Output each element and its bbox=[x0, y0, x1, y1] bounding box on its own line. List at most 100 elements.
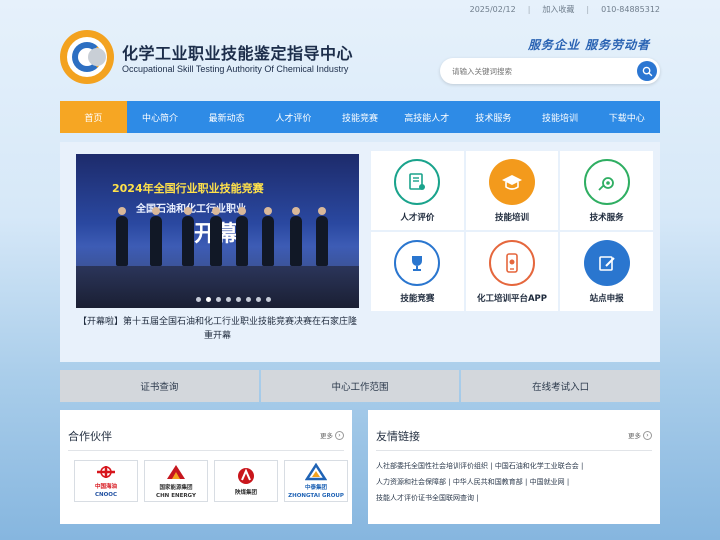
friendly-link[interactable]: 中华人民共和国教育部 bbox=[453, 478, 523, 486]
nav-item-home[interactable]: 首页 bbox=[60, 101, 127, 133]
quick-label: 人才评价 bbox=[400, 212, 435, 223]
graduation-cap-icon bbox=[488, 158, 535, 205]
stage-person bbox=[236, 207, 248, 266]
site-logo[interactable] bbox=[60, 30, 114, 84]
chn-energy-logo-icon bbox=[167, 465, 185, 479]
links-more-link[interactable]: 更多 › bbox=[628, 430, 652, 440]
slider-dot[interactable] bbox=[266, 297, 271, 302]
slider-dot[interactable] bbox=[196, 297, 201, 302]
top-bar: 2025/02/12 | 加入收藏 | 010-84885312 bbox=[470, 4, 660, 15]
partner-name: 中泰集团 bbox=[304, 485, 327, 491]
divider bbox=[376, 450, 652, 451]
stage-person bbox=[116, 207, 128, 266]
certificate-query-button[interactable]: 证书查询 bbox=[60, 370, 259, 402]
quick-label: 站点申报 bbox=[589, 293, 624, 304]
nav-item-high-skill-talent[interactable]: 高技能人才 bbox=[393, 101, 460, 133]
main-content: 2024年全国行业职业技能竞赛 全国石油和化工行业职业 开幕 【开幕啦】第十五届… bbox=[60, 142, 660, 362]
friendly-link[interactable]: 中国就业网 bbox=[530, 478, 565, 486]
news-slider[interactable]: 2024年全国行业职业技能竞赛 全国石油和化工行业职业 开幕 bbox=[76, 154, 359, 308]
friendly-links-panel: 友情链接 更多 › 人社部委托全国性社会培训评价组织 | 中国石油和化学工业联合… bbox=[368, 410, 660, 524]
separator: | bbox=[586, 5, 590, 14]
nav-item-about[interactable]: 中心简介 bbox=[127, 101, 194, 133]
slider-dots bbox=[196, 297, 271, 302]
current-date: 2025/02/12 bbox=[469, 5, 516, 14]
quick-service-grid: 人才评价 技能培训 技术服务 技能竞赛 化工培训平台APP 站点申报 bbox=[371, 151, 653, 311]
partner-sub: CHN ENERGY bbox=[156, 493, 196, 499]
partner-name: 陕煤集团 bbox=[234, 490, 257, 496]
slogan: 服务企业 服务劳动者 bbox=[528, 38, 651, 52]
nav-item-skill-competition[interactable]: 技能竞赛 bbox=[327, 101, 394, 133]
stage-person bbox=[316, 207, 328, 266]
main-nav: 首页 中心简介 最新动态 人才评价 技能竞赛 高技能人才 技术服务 技能培训 下… bbox=[60, 101, 660, 133]
quick-label: 技能培训 bbox=[494, 212, 529, 223]
cnooc-logo-icon bbox=[97, 466, 115, 478]
partner-logos: 中国海油 CNOOC 国家能源集团 CHN ENERGY 陕煤集团 中泰集团 Z… bbox=[74, 460, 348, 502]
quick-tech-service[interactable]: 技术服务 bbox=[560, 151, 653, 230]
friendly-link[interactable]: 人社部委托全国性社会培训评价组织 bbox=[376, 462, 488, 470]
stage-person bbox=[290, 207, 302, 266]
nav-item-tech-service[interactable]: 技术服务 bbox=[460, 101, 527, 133]
work-scope-button[interactable]: 中心工作范围 bbox=[260, 370, 460, 402]
certificate-icon bbox=[394, 158, 441, 205]
search-box bbox=[440, 58, 660, 84]
quick-link-bar: 证书查询 中心工作范围 在线考试入口 bbox=[60, 370, 661, 402]
partner-logo-shaanmei[interactable]: 陕煤集团 bbox=[214, 460, 278, 502]
gear-tools-icon bbox=[583, 158, 630, 205]
nav-item-downloads[interactable]: 下载中心 bbox=[593, 101, 660, 133]
slider-dot[interactable] bbox=[236, 297, 241, 302]
zhongtai-logo-icon bbox=[305, 463, 327, 481]
links-title: 友情链接 bbox=[376, 430, 420, 443]
slider-dot[interactable] bbox=[246, 297, 251, 302]
slider-dot[interactable] bbox=[256, 297, 261, 302]
friendly-link[interactable]: 中国石油和化学工业联合会 bbox=[495, 462, 579, 470]
quick-label: 技术服务 bbox=[589, 212, 624, 223]
friendly-links-list: 人社部委托全国性社会培训评价组织 | 中国石油和化学工业联合会 | 人力资源和社… bbox=[376, 462, 584, 502]
quick-skill-competition[interactable]: 技能竞赛 bbox=[371, 232, 464, 311]
slider-dot[interactable] bbox=[216, 297, 221, 302]
search-button[interactable] bbox=[637, 61, 657, 81]
online-exam-button[interactable]: 在线考试入口 bbox=[461, 370, 661, 402]
partner-logo-chn-energy[interactable]: 国家能源集团 CHN ENERGY bbox=[144, 460, 208, 502]
more-label: 更多 bbox=[628, 432, 641, 440]
quick-skill-training[interactable]: 技能培训 bbox=[465, 151, 559, 230]
stage-person bbox=[150, 207, 162, 266]
partner-sub: ZHONGTAI GROUP bbox=[288, 493, 344, 499]
contact-phone: 010-84885312 bbox=[601, 5, 660, 14]
add-favorite-link[interactable]: 加入收藏 bbox=[542, 4, 574, 15]
slider-dot-active[interactable] bbox=[206, 297, 211, 302]
nav-item-news[interactable]: 最新动态 bbox=[193, 101, 260, 133]
edit-icon bbox=[583, 239, 630, 286]
chevron-right-icon: › bbox=[643, 430, 652, 440]
slider-dot[interactable] bbox=[226, 297, 231, 302]
more-label: 更多 bbox=[320, 432, 333, 440]
partner-logo-cnooc[interactable]: 中国海油 CNOOC bbox=[74, 460, 138, 502]
stage-person bbox=[262, 207, 274, 266]
site-subtitle: Occupational Skill Testing Authority Of … bbox=[122, 64, 349, 74]
quick-talent-evaluation[interactable]: 人才评价 bbox=[371, 151, 464, 230]
partner-logo-zhongtai[interactable]: 中泰集团 ZHONGTAI GROUP bbox=[284, 460, 348, 502]
trophy-icon bbox=[394, 239, 441, 286]
banner-line-1: 2024年全国行业职业技能竞赛 bbox=[112, 182, 264, 195]
partners-panel: 合作伙伴 更多 › 中国海油 CNOOC 国家能源集团 CHN ENERGY 陕… bbox=[60, 410, 352, 524]
search-icon bbox=[642, 66, 652, 76]
friendly-link[interactable]: 技能人才评价证书全国联网查询 bbox=[376, 494, 474, 502]
logo-dot bbox=[88, 48, 106, 66]
quick-label: 化工培训平台APP bbox=[476, 293, 548, 304]
stage-person bbox=[210, 207, 222, 266]
partners-more-link[interactable]: 更多 › bbox=[320, 430, 344, 440]
site-title: 化学工业职业技能鉴定指导中心 bbox=[122, 44, 354, 63]
quick-site-application[interactable]: 站点申报 bbox=[560, 232, 653, 311]
separator: | bbox=[527, 5, 531, 14]
quick-training-app[interactable]: 化工培训平台APP bbox=[465, 232, 559, 311]
nav-item-talent-evaluation[interactable]: 人才评价 bbox=[260, 101, 327, 133]
search-input[interactable] bbox=[452, 64, 632, 78]
friendly-link[interactable]: 人力资源和社会保障部 bbox=[376, 478, 446, 486]
partner-sub: CNOOC bbox=[94, 492, 118, 498]
mobile-app-icon bbox=[488, 239, 535, 286]
partner-name: 中国海油 bbox=[94, 484, 117, 490]
slider-caption[interactable]: 【开幕啦】第十五届全国石油和化工行业职业技能竞赛决赛在石家庄隆重开幕 bbox=[76, 315, 359, 343]
chevron-right-icon: › bbox=[335, 430, 344, 440]
partners-title: 合作伙伴 bbox=[68, 430, 112, 443]
partner-name: 国家能源集团 bbox=[159, 485, 193, 491]
nav-item-skill-training[interactable]: 技能培训 bbox=[527, 101, 594, 133]
